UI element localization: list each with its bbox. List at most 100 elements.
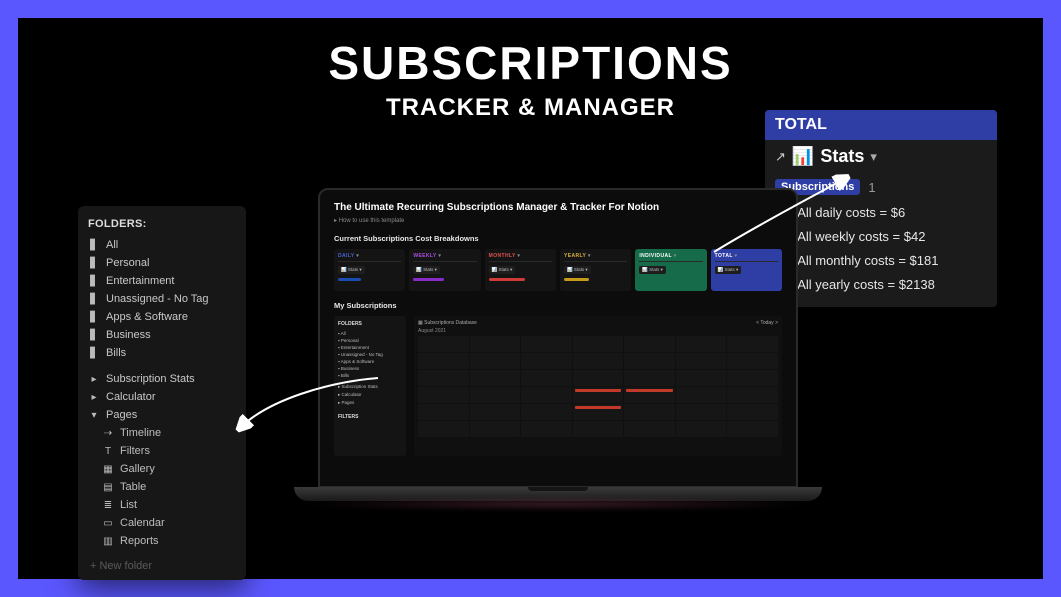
- folder-item[interactable]: ▋Apps & Software: [88, 308, 236, 326]
- template-hint[interactable]: ▸ How to use this template: [334, 217, 782, 224]
- expand-icon[interactable]: ↗: [775, 149, 786, 165]
- calendar-cell[interactable]: [418, 353, 469, 369]
- laptop-base: [294, 487, 822, 501]
- page-item[interactable]: ▭Calendar: [88, 514, 236, 532]
- calendar-cell[interactable]: [624, 404, 675, 420]
- mini-collapsible-item[interactable]: ▸ Subscription Stats: [338, 383, 402, 391]
- folder-label: Apps & Software: [106, 311, 188, 323]
- calendar-cell[interactable]: [727, 421, 778, 437]
- folder-label: Entertainment: [106, 275, 174, 287]
- calendar-cell[interactable]: [573, 387, 624, 403]
- calendar-cell[interactable]: [624, 387, 675, 403]
- collapsible-item[interactable]: ▸Calculator: [88, 388, 236, 406]
- stats-label[interactable]: Stats: [820, 146, 864, 167]
- folder-item[interactable]: ▋Unassigned - No Tag: [88, 290, 236, 308]
- calendar-cell[interactable]: [470, 421, 521, 437]
- calendar-cell[interactable]: [727, 336, 778, 352]
- calendar-cell[interactable]: [676, 387, 727, 403]
- calendar-cell[interactable]: [521, 336, 572, 352]
- folder-item[interactable]: ▋Personal: [88, 254, 236, 272]
- breakdown-header: YEARLY ▾: [564, 253, 627, 262]
- calendar-cell[interactable]: [624, 353, 675, 369]
- calendar-cell[interactable]: [521, 404, 572, 420]
- folder-item[interactable]: ▋Business: [88, 326, 236, 344]
- mini-sidebar: FOLDERS▪ All▪ Personal▪ Entertainment▪ U…: [334, 316, 406, 456]
- calendar-cell[interactable]: [470, 353, 521, 369]
- calendar-cell[interactable]: [470, 336, 521, 352]
- folder-item[interactable]: ▋All: [88, 236, 236, 254]
- breakdown-bar: [564, 278, 589, 281]
- calendar-cell[interactable]: [727, 370, 778, 386]
- folder-icon: ▋: [88, 275, 100, 287]
- calendar-cell[interactable]: [470, 370, 521, 386]
- calendar-cell[interactable]: [727, 404, 778, 420]
- calendar-cell[interactable]: [470, 387, 521, 403]
- stat-line: 💰All monthly costs = $181: [765, 249, 997, 273]
- stat-line: 💰All weekly costs = $42: [765, 225, 997, 249]
- list-icon: ≣: [102, 499, 114, 511]
- mini-folder-item[interactable]: ▪ Business: [338, 365, 402, 372]
- page-item[interactable]: ▤Table: [88, 478, 236, 496]
- mini-folder-item[interactable]: ▪ Bills: [338, 372, 402, 379]
- mini-folder-item[interactable]: ▪ Unassigned - No Tag: [338, 351, 402, 358]
- collapsible-label: Calculator: [106, 391, 156, 403]
- calendar-cell[interactable]: [418, 387, 469, 403]
- calendar-cell[interactable]: [470, 404, 521, 420]
- folder-item[interactable]: ▋ Entertainment: [88, 272, 236, 290]
- breakdown-cards: DAILY ▾ 📊 Stats ▾ WEEKLY ▾ 📊 Stats ▾ MON…: [334, 249, 782, 291]
- calendar-cell[interactable]: [573, 421, 624, 437]
- breakdown-card[interactable]: YEARLY ▾ 📊 Stats ▾: [560, 249, 631, 291]
- calendar-view[interactable]: ▦ Subscriptions Database < Today > Augus…: [414, 316, 782, 456]
- collapsible-item[interactable]: ▸Subscription Stats: [88, 370, 236, 388]
- calendar-cell[interactable]: [624, 336, 675, 352]
- calendar-nav[interactable]: < Today >: [756, 320, 778, 326]
- page-item[interactable]: TFilters: [88, 442, 236, 460]
- calendar-cell[interactable]: [418, 421, 469, 437]
- mini-folder-item[interactable]: ▪ All: [338, 330, 402, 337]
- stats-lines: 💰All daily costs = $6💰All weekly costs =…: [765, 201, 997, 307]
- subscriptions-count: 1: [868, 180, 875, 195]
- calendar-cell[interactable]: [727, 353, 778, 369]
- calendar-cell[interactable]: [624, 421, 675, 437]
- breakdown-card[interactable]: MONTHLY ▾ 📊 Stats ▾: [485, 249, 556, 291]
- page-item[interactable]: ≣List: [88, 496, 236, 514]
- calendar-cell[interactable]: [418, 404, 469, 420]
- breakdown-card[interactable]: INDIVIDUAL ▾ 📊 Stats ▾: [635, 249, 706, 291]
- breakdown-header: MONTHLY ▾: [489, 253, 552, 262]
- calendar-cell[interactable]: [573, 370, 624, 386]
- calendar-cell[interactable]: [676, 370, 727, 386]
- calendar-cell[interactable]: [573, 404, 624, 420]
- breakdown-card[interactable]: TOTAL ▾ 📊 Stats ▾: [711, 249, 782, 291]
- calendar-cell[interactable]: [521, 421, 572, 437]
- calendar-cell[interactable]: [676, 336, 727, 352]
- calendar-cell[interactable]: [418, 336, 469, 352]
- calendar-cell[interactable]: [521, 387, 572, 403]
- calendar-cell[interactable]: [727, 387, 778, 403]
- calendar-cell[interactable]: [418, 370, 469, 386]
- breakdown-card[interactable]: DAILY ▾ 📊 Stats ▾: [334, 249, 405, 291]
- folder-icon: ▋: [88, 329, 100, 341]
- calendar-cell[interactable]: [624, 370, 675, 386]
- calendar-cell[interactable]: [573, 353, 624, 369]
- mini-folder-item[interactable]: ▪ Personal: [338, 337, 402, 344]
- mini-collapsible-item[interactable]: ▸ Pages: [338, 399, 402, 407]
- page-item[interactable]: ▦Gallery: [88, 460, 236, 478]
- breakdown-bar: [489, 278, 526, 281]
- calendar-cell[interactable]: [521, 370, 572, 386]
- calendar-cell[interactable]: [676, 353, 727, 369]
- folder-item[interactable]: ▋Bills: [88, 344, 236, 362]
- calendar-icon: ▭: [102, 517, 114, 529]
- view-switch-icon[interactable]: ▾: [870, 149, 877, 165]
- breakdown-card[interactable]: WEEKLY ▾ 📊 Stats ▾: [409, 249, 480, 291]
- new-folder-button[interactable]: + New folder: [88, 550, 236, 572]
- mini-folder-item[interactable]: ▪ Entertainment: [338, 344, 402, 351]
- mini-folder-item[interactable]: ▪ Apps & Software: [338, 358, 402, 365]
- calendar-cell[interactable]: [676, 421, 727, 437]
- calendar-cell[interactable]: [676, 404, 727, 420]
- mini-collapsible-item[interactable]: ▸ Calculator: [338, 391, 402, 399]
- calendar-cell[interactable]: [573, 336, 624, 352]
- page-item[interactable]: ⇢Timeline: [88, 424, 236, 442]
- page-item[interactable]: ▥Reports: [88, 532, 236, 550]
- pages-group[interactable]: ▾ Pages: [88, 406, 236, 424]
- calendar-cell[interactable]: [521, 353, 572, 369]
